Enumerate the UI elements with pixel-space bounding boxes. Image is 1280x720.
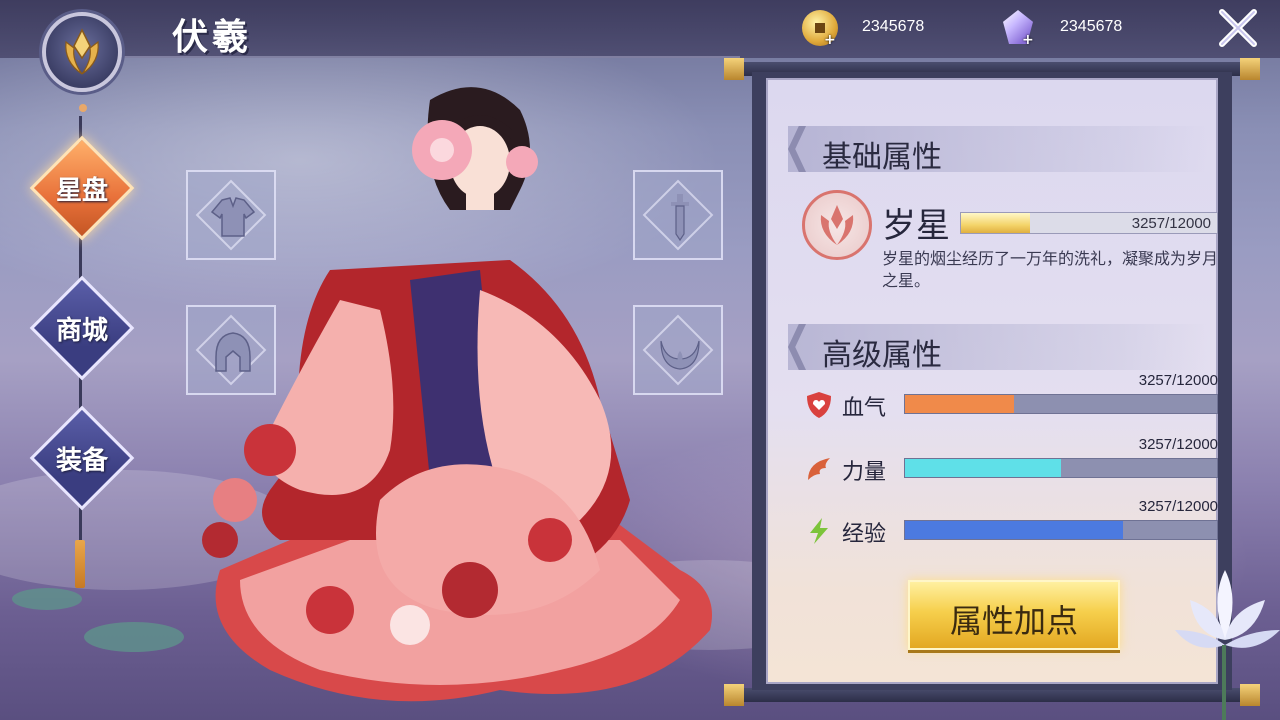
leaf-icon — [808, 458, 830, 480]
page-title: 伏羲 — [172, 16, 253, 58]
attribute-name: 血气 — [842, 396, 887, 421]
attribute-name: 力量 — [842, 460, 887, 485]
flame-crest-icon — [65, 28, 99, 75]
star-progress-value: 3257/12000 — [1131, 215, 1211, 232]
gold-amount: 2345678 — [862, 18, 925, 35]
attribute-bar — [904, 458, 1218, 478]
attribute-row-vitality: 血气 3257/12000 — [804, 372, 1224, 424]
lily-pad — [12, 588, 82, 610]
star-description: 岁星的烟尘经历了一万年的洗礼，凝聚成为岁月之星。 — [882, 249, 1219, 290]
attribute-value: 3257/12000 — [1138, 498, 1218, 515]
nav-tab-label: 商城 — [55, 316, 108, 346]
shield-heart-icon — [807, 392, 831, 418]
add-crystal-icon[interactable]: + — [1022, 32, 1034, 48]
chevron-left-icon — [788, 324, 806, 370]
chevron-left-icon — [788, 126, 806, 172]
star-progress-fill — [961, 213, 1031, 233]
attribute-panel: 基础属性 岁星 3257/12000 岁星的烟尘经历了一万年的洗礼，凝聚成为岁月… — [752, 72, 1232, 690]
rod-cap — [1240, 58, 1260, 80]
attribute-bar-fill — [905, 521, 1124, 539]
nav-tassel — [75, 540, 85, 588]
star-progress-bar: 3257/12000 — [960, 212, 1218, 234]
basic-attributes-header: 基础属性 — [788, 126, 1208, 175]
attribute-row-strength: 力量 3257/12000 — [804, 436, 1224, 488]
button-label: 属性加点 — [949, 602, 1078, 640]
attribute-bar-fill — [905, 459, 1061, 477]
attribute-bar — [904, 520, 1218, 540]
emblem-ornament — [79, 104, 87, 112]
nav-tab-shop[interactable]: 商城 — [29, 275, 135, 381]
character-emblem — [42, 12, 122, 92]
nav-tab-star-chart[interactable]: 星盘 — [29, 135, 135, 241]
lotus-decoration — [1175, 570, 1280, 720]
attribute-value: 3257/12000 — [1138, 372, 1218, 389]
attribute-value: 3257/12000 — [1138, 436, 1218, 453]
flame-crest-icon — [820, 205, 854, 245]
crystal-amount: 2345678 — [1060, 18, 1123, 35]
rod-cap — [724, 58, 744, 80]
section-title: 高级属性 — [822, 338, 942, 373]
close-button[interactable] — [1216, 8, 1260, 48]
advanced-attributes-header: 高级属性 — [788, 324, 1208, 373]
nav-tab-label: 星盘 — [55, 176, 108, 206]
character-illustration — [202, 87, 713, 702]
add-attribute-points-button[interactable]: 属性加点 — [908, 580, 1120, 650]
jupiter-star-emblem — [802, 190, 872, 260]
lily-pad — [84, 622, 184, 652]
add-gold-icon[interactable]: + — [824, 32, 836, 48]
nav-tab-label: 装备 — [55, 446, 108, 476]
attribute-panel-paper: 基础属性 岁星 3257/12000 岁星的烟尘经历了一万年的洗礼，凝聚成为岁月… — [766, 78, 1218, 684]
star-name: 岁星 — [882, 206, 950, 246]
attribute-bar-fill — [905, 395, 1015, 413]
attribute-row-experience: 经验 3257/12000 — [804, 498, 1224, 550]
section-title: 基础属性 — [822, 140, 942, 175]
rod-cap — [724, 684, 744, 706]
nav-tab-equipment[interactable]: 装备 — [29, 405, 135, 511]
attribute-bar — [904, 394, 1218, 414]
lightning-icon — [810, 518, 828, 544]
attribute-name: 经验 — [842, 522, 887, 547]
close-icon — [1219, 9, 1257, 47]
